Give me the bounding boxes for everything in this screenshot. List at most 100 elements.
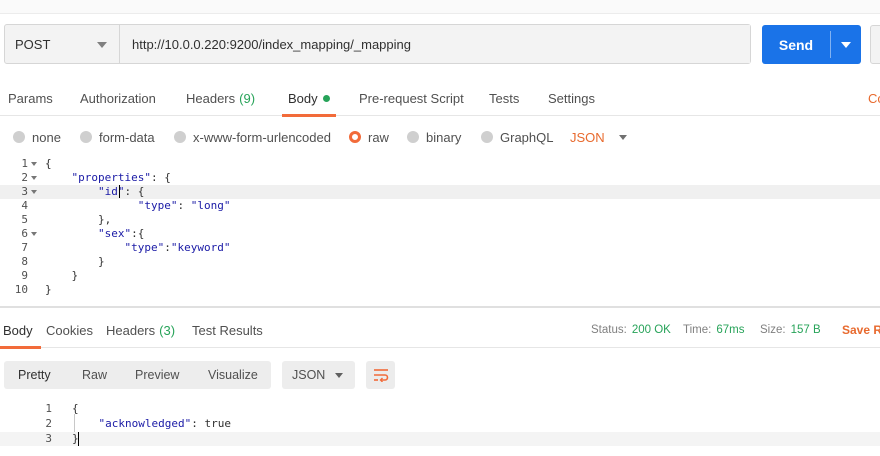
radio-raw[interactable]: raw bbox=[349, 120, 389, 154]
response-line: 2 "acknowledged": true bbox=[0, 417, 880, 431]
line-number: 8 bbox=[21, 255, 28, 268]
view-preview-button[interactable]: Preview bbox=[135, 361, 179, 389]
response-format-select[interactable]: JSON bbox=[282, 361, 355, 389]
fold-arrow-icon[interactable] bbox=[31, 162, 37, 166]
tab-tests-label: Tests bbox=[489, 90, 520, 106]
tab-headers-label: Headers bbox=[186, 90, 236, 106]
fold-arrow-icon[interactable] bbox=[31, 176, 37, 180]
method-label: POST bbox=[15, 36, 51, 52]
wrap-lines-icon bbox=[373, 369, 388, 382]
size-value: 157 B bbox=[790, 324, 821, 336]
text-cursor bbox=[119, 185, 120, 198]
radio-raw-label: raw bbox=[368, 129, 389, 145]
send-dropdown-button[interactable] bbox=[831, 25, 861, 64]
send-label: Send bbox=[778, 36, 814, 53]
line-number: 5 bbox=[21, 213, 28, 226]
line-number: 1 bbox=[45, 402, 52, 415]
tab-prerequest-script[interactable]: Pre-request Script bbox=[359, 80, 464, 116]
indent-guide bbox=[74, 414, 75, 432]
resp-tab-test-results[interactable]: Test Results bbox=[192, 312, 263, 348]
chevron-down-icon bbox=[618, 134, 627, 140]
response-body-viewer[interactable]: 1{ 2 "acknowledged": true 3} bbox=[0, 400, 880, 456]
tab-params-label: Params bbox=[8, 90, 53, 106]
chevron-down-icon bbox=[97, 42, 107, 48]
code-text: "type":"keyword" bbox=[124, 241, 231, 254]
code-line: 4 "type": "long" bbox=[0, 199, 880, 213]
fold-arrow-icon[interactable] bbox=[31, 190, 37, 194]
request-body-editor[interactable]: 1{ 2 "properties": { 3 "id": { 4 "type":… bbox=[0, 156, 880, 304]
radio-circle bbox=[481, 131, 493, 143]
tab-settings[interactable]: Settings bbox=[548, 80, 595, 116]
wrap-lines-button[interactable] bbox=[366, 361, 395, 389]
line-number: 4 bbox=[21, 199, 28, 212]
resp-headers-count: (3) bbox=[159, 322, 176, 338]
code-line: 2 "properties": { bbox=[0, 171, 880, 185]
tab-tests[interactable]: Tests bbox=[489, 80, 519, 116]
response-text-cursor bbox=[78, 432, 79, 446]
radio-urlencoded[interactable]: x-www-form-urlencoded bbox=[174, 120, 331, 154]
chevron-down-icon bbox=[335, 373, 343, 378]
resp-tab-body[interactable]: Body bbox=[0, 312, 41, 349]
view-pretty-button[interactable]: Pretty bbox=[18, 361, 51, 389]
response-text: { bbox=[72, 402, 79, 415]
radio-graphql[interactable]: GraphQL bbox=[481, 120, 553, 154]
code-line: 1{ bbox=[0, 157, 880, 171]
request-bar: POST http://10.0.0.220:9200/index_mappin… bbox=[4, 24, 751, 64]
size-label: Size: bbox=[760, 324, 786, 336]
tab-authorization[interactable]: Authorization bbox=[80, 80, 156, 116]
radio-binary[interactable]: binary bbox=[407, 120, 461, 154]
line-number: 1 bbox=[21, 157, 28, 170]
response-text: "acknowledged": true bbox=[98, 417, 231, 430]
code-text: } bbox=[45, 255, 105, 268]
code-line: 5 }, bbox=[0, 213, 880, 227]
line-number: 9 bbox=[21, 269, 28, 282]
body-format-select[interactable]: JSON bbox=[570, 120, 627, 154]
time-readout: Time: 67ms bbox=[683, 312, 744, 348]
code-line: 10} bbox=[0, 283, 880, 297]
view-visualize-button[interactable]: Visualize bbox=[208, 361, 258, 389]
response-format-label: JSON bbox=[292, 368, 326, 382]
view-raw-button[interactable]: Raw bbox=[82, 361, 107, 389]
radio-form-data[interactable]: form-data bbox=[80, 120, 155, 154]
line-number: 2 bbox=[45, 417, 52, 430]
code-line: 7 "type":"keyword" bbox=[0, 241, 880, 255]
fold-arrow-icon[interactable] bbox=[31, 232, 37, 236]
tab-headers[interactable]: Headers (9) bbox=[186, 80, 255, 116]
radio-graphql-label: GraphQL bbox=[500, 129, 554, 145]
response-line: 1{ bbox=[0, 402, 880, 416]
code-text: } bbox=[45, 269, 79, 282]
save-button[interactable] bbox=[870, 25, 880, 64]
body-format-label: JSON bbox=[570, 129, 605, 145]
cookies-link[interactable]: Co bbox=[868, 80, 880, 116]
radio-circle bbox=[349, 131, 361, 143]
tab-prerequest-label: Pre-request Script bbox=[359, 90, 464, 106]
status-value: 200 OK bbox=[631, 324, 671, 336]
tab-params[interactable]: Params bbox=[8, 80, 53, 116]
resp-tab-cookies[interactable]: Cookies bbox=[46, 312, 93, 348]
save-response-button[interactable]: Save R bbox=[842, 312, 880, 348]
code-text: "sex":{ bbox=[97, 227, 145, 240]
radio-circle bbox=[174, 131, 186, 143]
code-text: "id": { bbox=[97, 185, 145, 198]
body-indicator-dot bbox=[322, 94, 330, 102]
method-select[interactable]: POST bbox=[5, 25, 120, 63]
send-button[interactable]: Send bbox=[762, 25, 861, 64]
radio-none[interactable]: none bbox=[13, 120, 61, 154]
tab-body[interactable]: Body bbox=[282, 80, 336, 117]
response-tabs: Body Cookies Headers (3) Test Results Sta… bbox=[0, 312, 880, 349]
resp-tab-headers-label: Headers bbox=[106, 322, 156, 338]
code-text: "properties": { bbox=[71, 171, 171, 184]
tab-settings-label: Settings bbox=[548, 90, 595, 106]
radio-none-label: none bbox=[32, 129, 61, 145]
code-text: } bbox=[45, 283, 52, 296]
line-number: 10 bbox=[14, 283, 28, 296]
time-value: 67ms bbox=[716, 324, 745, 336]
code-text: "type": "long" bbox=[137, 199, 231, 212]
pane-resize-divider[interactable] bbox=[0, 306, 880, 308]
status-readout: Status: 200 OK bbox=[591, 312, 671, 348]
url-input[interactable]: http://10.0.0.220:9200/index_mapping/_ma… bbox=[120, 25, 750, 63]
resp-tab-headers[interactable]: Headers (3) bbox=[106, 312, 175, 348]
code-line-current: 3 "id": { bbox=[0, 185, 880, 199]
status-label: Status: bbox=[591, 324, 627, 336]
chevron-down-icon bbox=[841, 41, 851, 48]
